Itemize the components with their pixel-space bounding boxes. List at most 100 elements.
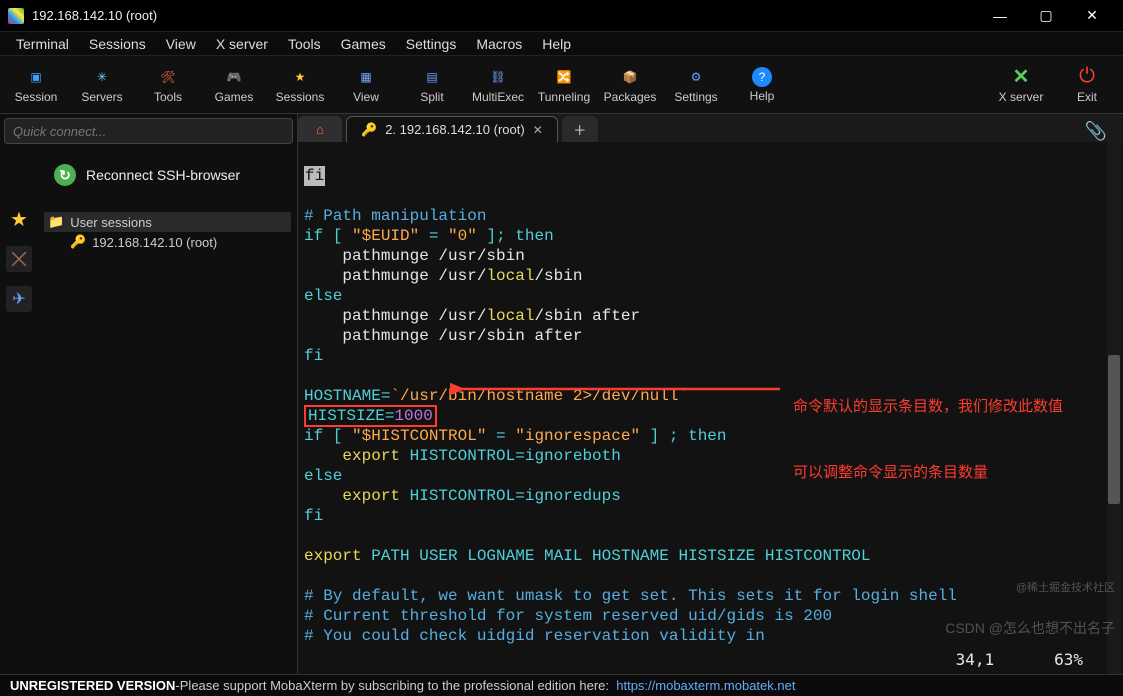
- terminal-line: pathmunge /usr/sbin: [304, 247, 525, 265]
- split-icon: ▤: [421, 66, 443, 88]
- toolbar: ▣Session ✳ Servers 🛠 Tools 🎮Games ★ Session…: [0, 56, 1123, 114]
- tool-label: Games: [215, 90, 254, 104]
- tool-label: Help: [750, 89, 775, 103]
- maximize-button[interactable]: ▢: [1023, 0, 1069, 32]
- tools-tab-icon[interactable]: [6, 246, 32, 272]
- menu-view[interactable]: View: [158, 34, 204, 54]
- terminal-line: # Path manipulation: [304, 207, 486, 225]
- tool-help[interactable]: ? Help: [736, 66, 788, 104]
- tool-label: View: [353, 90, 379, 104]
- tool-exit[interactable]: ⏻Exit: [1061, 66, 1113, 104]
- tree-group-header[interactable]: 📁 User sessions: [44, 212, 291, 232]
- minimize-button[interactable]: —: [977, 0, 1023, 32]
- tool-label: Split: [420, 90, 443, 104]
- menu-settings[interactable]: Settings: [398, 34, 465, 54]
- tool-games[interactable]: 🎮Games: [208, 66, 260, 104]
- menu-help[interactable]: Help: [534, 34, 579, 54]
- tool-tunneling[interactable]: 🔀Tunneling: [538, 66, 590, 104]
- favorites-tab-icon[interactable]: ★: [6, 206, 32, 232]
- menu-macros[interactable]: Macros: [468, 34, 530, 54]
- watermark-bottom: CSDN @怎么也想不出名子: [945, 620, 1115, 636]
- terminal[interactable]: fi # Path manipulation if [ "$EUID" = "0…: [298, 142, 1123, 674]
- body-area: ↻ Reconnect SSH-browser 📁 User sessions …: [0, 114, 1123, 674]
- terminal-line: else: [304, 467, 342, 485]
- tab-session-label: 2. 192.168.142.10 (root): [385, 122, 525, 137]
- tool-session[interactable]: ▣Session: [10, 66, 62, 104]
- tree-group-label: User sessions: [70, 215, 152, 230]
- menu-xserver[interactable]: X server: [208, 34, 276, 54]
- quick-connect-input[interactable]: [4, 118, 293, 144]
- tab-home[interactable]: ⌂: [298, 116, 342, 142]
- session-item[interactable]: 🔑 192.168.142.10 (root): [44, 232, 291, 252]
- sidebar: ↻ Reconnect SSH-browser 📁 User sessions …: [0, 114, 298, 674]
- footer-link[interactable]: https://mobaxterm.mobatek.net: [616, 678, 795, 693]
- reconnect-ssh-button[interactable]: ↻ Reconnect SSH-browser: [38, 158, 297, 192]
- paperclip-icon[interactable]: 📎: [1077, 121, 1115, 142]
- tab-session[interactable]: 🔑 2. 192.168.142.10 (root) ✕: [346, 116, 558, 142]
- menu-sessions[interactable]: Sessions: [81, 34, 154, 54]
- menu-tools[interactable]: Tools: [280, 34, 329, 54]
- tool-view[interactable]: ▦View: [340, 66, 392, 104]
- tools-icon: 🛠: [157, 66, 179, 88]
- home-icon: ⌂: [316, 122, 324, 137]
- packages-icon: 📦: [619, 66, 641, 88]
- terminal-line: export HISTCONTROL=ignoreboth: [304, 447, 621, 465]
- tool-settings[interactable]: ⚙ Settings: [670, 66, 722, 104]
- cursor-position: 34,1: [956, 650, 995, 670]
- tool-label: Exit: [1077, 90, 1097, 104]
- terminal-line: pathmunge /usr/sbin after: [304, 327, 582, 345]
- terminal-scrollbar[interactable]: [1107, 142, 1121, 674]
- close-tab-icon[interactable]: ✕: [533, 123, 543, 137]
- terminal-line: # You could check uidgid reservation val…: [304, 627, 765, 645]
- tool-label: X server: [999, 90, 1044, 104]
- tool-servers[interactable]: ✳ Servers: [76, 66, 128, 104]
- tool-label: Servers: [81, 90, 122, 104]
- terminal-line: export PATH USER LOGNAME MAIL HOSTNAME H…: [304, 547, 871, 565]
- terminal-line: if [ "$EUID" = "0" ]; then: [304, 227, 554, 245]
- menu-games[interactable]: Games: [333, 34, 394, 54]
- terminal-line: # By default, we want umask to get set. …: [304, 587, 957, 605]
- tool-sessions[interactable]: ★ Sessions: [274, 66, 326, 104]
- tool-label: Tools: [154, 90, 182, 104]
- app-icon: [8, 8, 24, 24]
- cursor-highlight: fi: [304, 166, 325, 186]
- main-area: ⌂ 🔑 2. 192.168.142.10 (root) ✕ ＋ 📎 fi # …: [298, 114, 1123, 674]
- annotation-text: 命令默认的显示条目数，我们修改此数值 可以调整命令显示的条目数量: [793, 352, 1063, 528]
- tool-label: Settings: [674, 90, 717, 104]
- titlebar: 192.168.142.10 (root) — ▢ ✕: [0, 0, 1123, 32]
- servers-icon: ✳: [91, 66, 113, 88]
- star-icon: ★: [289, 66, 311, 88]
- tabbar: ⌂ 🔑 2. 192.168.142.10 (root) ✕ ＋ 📎: [298, 114, 1123, 142]
- key-icon: 🔑: [361, 122, 377, 138]
- session-item-label: 192.168.142.10 (root): [92, 235, 217, 250]
- terminal-line: fi: [304, 507, 323, 525]
- tool-split[interactable]: ▤ Split: [406, 66, 458, 104]
- close-button[interactable]: ✕: [1069, 0, 1115, 32]
- terminal-line: else: [304, 287, 342, 305]
- terminal-line: pathmunge /usr/local/sbin after: [304, 307, 640, 325]
- xserver-icon: ✕: [1010, 66, 1032, 88]
- gear-icon: ⚙: [685, 66, 707, 88]
- footer: UNREGISTERED VERSION - Please support Mo…: [0, 674, 1123, 696]
- key-icon: 🔑: [70, 234, 86, 250]
- menu-terminal[interactable]: Terminal: [8, 34, 77, 54]
- tool-tools[interactable]: 🛠 Tools: [142, 66, 194, 104]
- terminal-line: fi: [304, 347, 323, 365]
- plus-icon: ＋: [573, 120, 586, 139]
- histsize-line: HISTSIZE=1000: [304, 405, 437, 427]
- tool-xserver[interactable]: ✕ X server: [995, 66, 1047, 104]
- tool-label: Sessions: [276, 90, 325, 104]
- terminal-line: pathmunge /usr/local/sbin: [304, 267, 582, 285]
- tab-new[interactable]: ＋: [562, 116, 598, 142]
- scroll-percent: 63%: [1054, 650, 1083, 670]
- tool-label: MultiExec: [472, 90, 524, 104]
- tool-label: Session: [15, 90, 58, 104]
- send-tab-icon[interactable]: ✈: [6, 286, 32, 312]
- tool-multiexec[interactable]: ⛓MultiExec: [472, 66, 524, 104]
- scrollbar-thumb[interactable]: [1108, 355, 1120, 504]
- reconnect-label: Reconnect SSH-browser: [86, 167, 240, 183]
- annotation-line1: 命令默认的显示条目数，我们修改此数值: [793, 396, 1063, 418]
- tool-packages[interactable]: 📦Packages: [604, 66, 656, 104]
- annotation-line2: 可以调整命令显示的条目数量: [793, 462, 1063, 484]
- help-icon: ?: [752, 67, 772, 87]
